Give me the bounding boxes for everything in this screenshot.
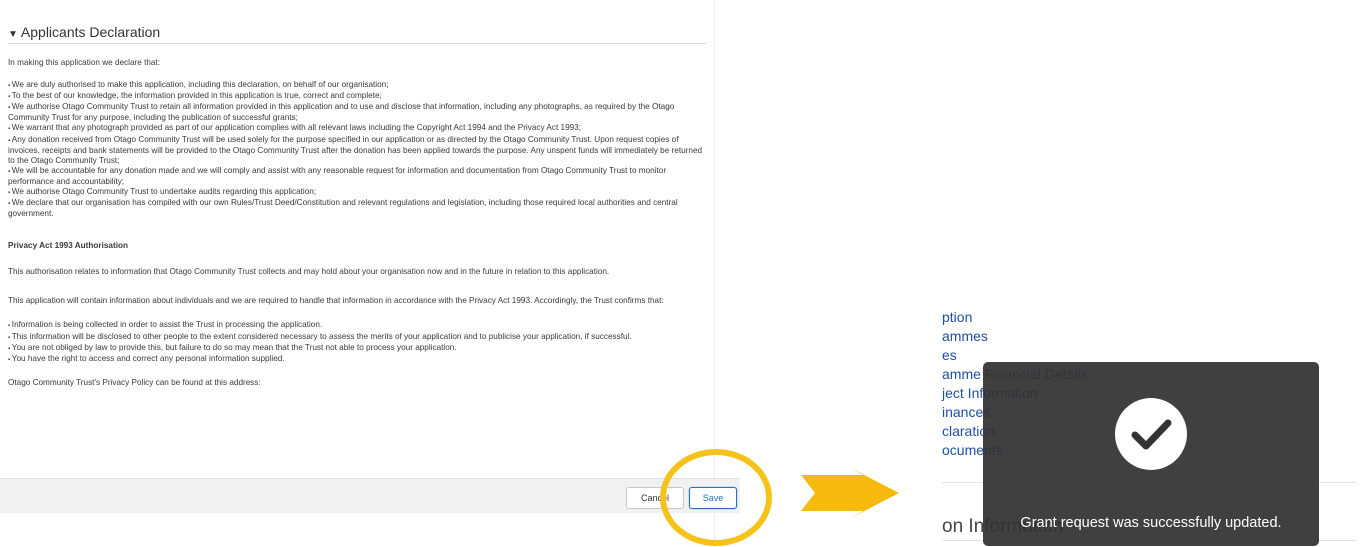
section-title: Applicants Declaration [20, 24, 161, 40]
list-item: This information will be disclosed to ot… [8, 332, 708, 343]
section-header[interactable]: ▼ Applicants Declaration [8, 24, 706, 44]
checkmark-icon [1115, 398, 1187, 470]
privacy-paragraph: This application will contain informatio… [8, 296, 664, 306]
toast-message: Grant request was successfully updated. [1020, 515, 1282, 531]
privacy-policy-line: Otago Community Trust's Privacy Policy c… [8, 377, 261, 387]
list-item: You are not obliged by law to provide th… [8, 343, 708, 354]
highlight-circle [660, 449, 772, 546]
success-toast: Grant request was successfully updated. [983, 362, 1319, 546]
list-item: You have the right to access and correct… [8, 354, 708, 365]
declaration-intro: In making this application we declare th… [8, 58, 161, 67]
nav-link[interactable]: ption [942, 308, 1088, 327]
privacy-paragraph: This authorisation relates to informatio… [8, 267, 610, 277]
list-item: Any donation received from Otago Communi… [8, 135, 708, 166]
list-item: We declare that our organisation has com… [8, 198, 708, 219]
nav-link[interactable]: ammes [942, 327, 1088, 346]
declaration-content: In making this application we declare th… [8, 58, 708, 400]
list-item: We are duly authorised to make this appl… [8, 80, 708, 91]
declaration-panel: ▼ Applicants Declaration In making this a… [0, 0, 715, 547]
collapse-triangle-icon[interactable]: ▼ [8, 29, 18, 40]
privacy-heading: Privacy Act 1993 Authorisation [8, 241, 128, 251]
list-item: We will be accountable for any donation … [8, 166, 708, 187]
list-item: We authorise Otago Community Trust to un… [8, 187, 708, 198]
list-item: Information is being collected in order … [8, 320, 708, 331]
list-item: We warrant that any photograph provided … [8, 123, 708, 134]
privacy-list: Information is being collected in order … [8, 320, 708, 364]
arrow-right-icon [801, 467, 899, 519]
list-item: To the best of our knowledge, the inform… [8, 91, 708, 102]
list-item: We authorise Otago Community Trust to re… [8, 102, 708, 123]
declaration-list: We are duly authorised to make this appl… [8, 80, 708, 219]
